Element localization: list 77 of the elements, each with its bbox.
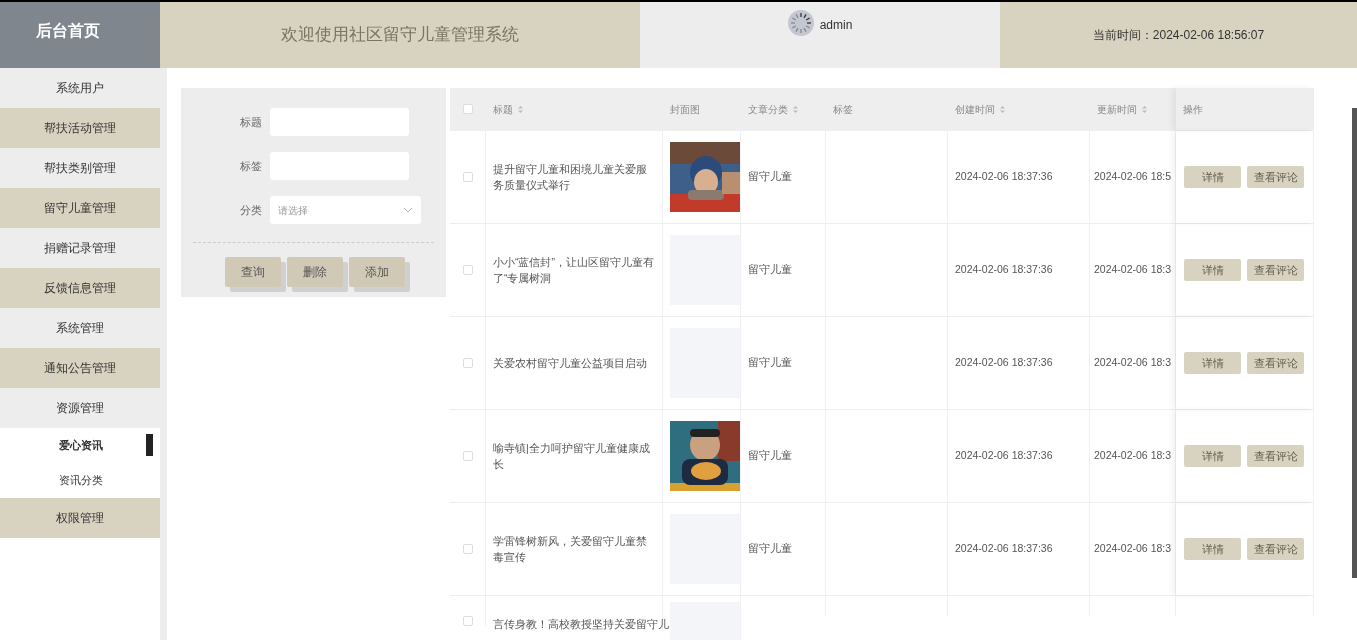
row-action-button[interactable]: 查看评论 — [1247, 166, 1304, 188]
home-link[interactable]: 后台首页 — [0, 2, 160, 68]
checkbox[interactable] — [462, 451, 473, 461]
row-action-button[interactable]: 详情 — [1184, 445, 1241, 467]
table-cell: 留守儿童 — [748, 355, 792, 371]
action-button[interactable]: 添加 — [349, 257, 405, 287]
row-action-button[interactable]: 详情 — [1184, 166, 1241, 188]
checkbox[interactable] — [462, 544, 473, 554]
table-cell-text: 小小“蓝信封”，让山区留守儿童有了“专属树洞 — [493, 255, 655, 286]
table-cell: 2024-02-06 18:37:36 — [955, 448, 1053, 464]
row-action-button[interactable]: 详情 — [1184, 259, 1241, 281]
row-action-button[interactable]: 查看评论 — [1247, 352, 1304, 374]
checkbox[interactable] — [462, 265, 473, 275]
sidebar-item[interactable]: 留守儿童管理 — [0, 188, 160, 228]
table-cell: 2024-02-06 18:3 — [1094, 541, 1172, 557]
table-cell-text: 喻寺镇|全力呵护留守儿童健康成长 — [493, 441, 651, 472]
action-button[interactable]: 查询 — [225, 257, 281, 287]
avatar-icon — [787, 10, 814, 36]
column-header[interactable]: 文章分类 — [748, 101, 799, 117]
table-cell: 留守儿童 — [748, 169, 792, 185]
checkbox[interactable] — [462, 616, 473, 626]
select-placeholder: 请选择 — [278, 203, 308, 218]
table-cell-text: 提升留守儿童和困境儿童关爱服务质量仪式举行 — [493, 162, 648, 193]
sidebar-item[interactable]: 捐赠记录管理 — [0, 228, 160, 268]
submenu-item[interactable]: 爱心资讯 — [59, 437, 103, 454]
chevron-down-icon — [403, 207, 413, 213]
field-label: 标题 — [239, 114, 263, 130]
category-select[interactable]: 请选择 — [270, 196, 421, 224]
table-cell: 2024-02-06 18:37:36 — [955, 169, 1053, 185]
table-cell: 2024-02-06 18:37:36 — [955, 262, 1053, 278]
sort-icon[interactable] — [517, 104, 524, 114]
scrollbar[interactable] — [1352, 108, 1357, 578]
table-cell: 留守儿童 — [748, 448, 792, 464]
table-cell: 2024-02-06 18:37:36 — [955, 355, 1053, 371]
sort-icon[interactable] — [1141, 104, 1148, 114]
sort-icon[interactable] — [999, 104, 1006, 114]
sidebar-item[interactable]: 帮扶类别管理 — [0, 148, 160, 188]
table-cell: 2024-02-06 18:3 — [1094, 448, 1172, 464]
column-header: 封面图 — [670, 102, 700, 117]
sidebar-item[interactable]: 权限管理 — [0, 498, 160, 538]
field-label: 标签 — [239, 158, 263, 174]
sidebar-item[interactable]: 资源管理 — [0, 388, 160, 428]
table-cell: 留守儿童 — [748, 541, 792, 557]
table-cell-text: 言传身教！高校教授坚持关爱留守儿 — [493, 617, 669, 632]
checkbox[interactable] — [462, 172, 473, 182]
table-cell: 2024-02-06 18:37:36 — [955, 541, 1053, 557]
table-cell-text: 学雷锋树新风，关爱留守儿童禁毒宣传 — [493, 534, 648, 565]
row-action-button[interactable]: 详情 — [1184, 352, 1241, 374]
column-header[interactable]: 更新时间 — [1097, 101, 1148, 117]
user-name: admin — [819, 17, 853, 34]
sidebar-item[interactable]: 帮扶活动管理 — [0, 108, 160, 148]
column-header[interactable]: 创建时间 — [955, 101, 1006, 117]
current-time: 当前时间：2024-02-06 18:56:07 — [1000, 2, 1357, 68]
table-cell: 2024-02-06 18:3 — [1094, 262, 1172, 278]
table-cell: 2024-02-06 18:3 — [1094, 355, 1172, 371]
row-action-button[interactable]: 查看评论 — [1247, 538, 1304, 560]
sidebar-item[interactable]: 反馈信息管理 — [0, 268, 160, 308]
table-cell: 留守儿童 — [748, 262, 792, 278]
row-action-button[interactable]: 详情 — [1184, 538, 1241, 560]
row-action-button[interactable]: 查看评论 — [1247, 259, 1304, 281]
action-button[interactable]: 删除 — [287, 257, 343, 287]
checkbox[interactable] — [463, 104, 473, 114]
sort-icon[interactable] — [792, 104, 799, 114]
sidebar-item[interactable]: 通知公告管理 — [0, 348, 160, 388]
column-header: 操作 — [1183, 102, 1203, 117]
column-header[interactable]: 标题 — [493, 101, 524, 117]
row-action-button[interactable]: 查看评论 — [1247, 445, 1304, 467]
sidebar-item[interactable]: 系统用户 — [0, 68, 160, 108]
active-indicator — [146, 434, 153, 456]
column-header: 标签 — [833, 102, 853, 117]
checkbox[interactable] — [462, 358, 473, 368]
table-cell-text: 关爱农村留守儿童公益项目启动 — [493, 356, 647, 371]
app-title: 欢迎使用社区留守儿童管理系统 — [160, 2, 640, 68]
table-cell: 2024-02-06 18:5 — [1094, 169, 1172, 185]
sidebar-item[interactable]: 系统管理 — [0, 308, 160, 348]
field-label: 分类 — [239, 202, 263, 218]
submenu-item[interactable]: 资讯分类 — [59, 472, 103, 489]
